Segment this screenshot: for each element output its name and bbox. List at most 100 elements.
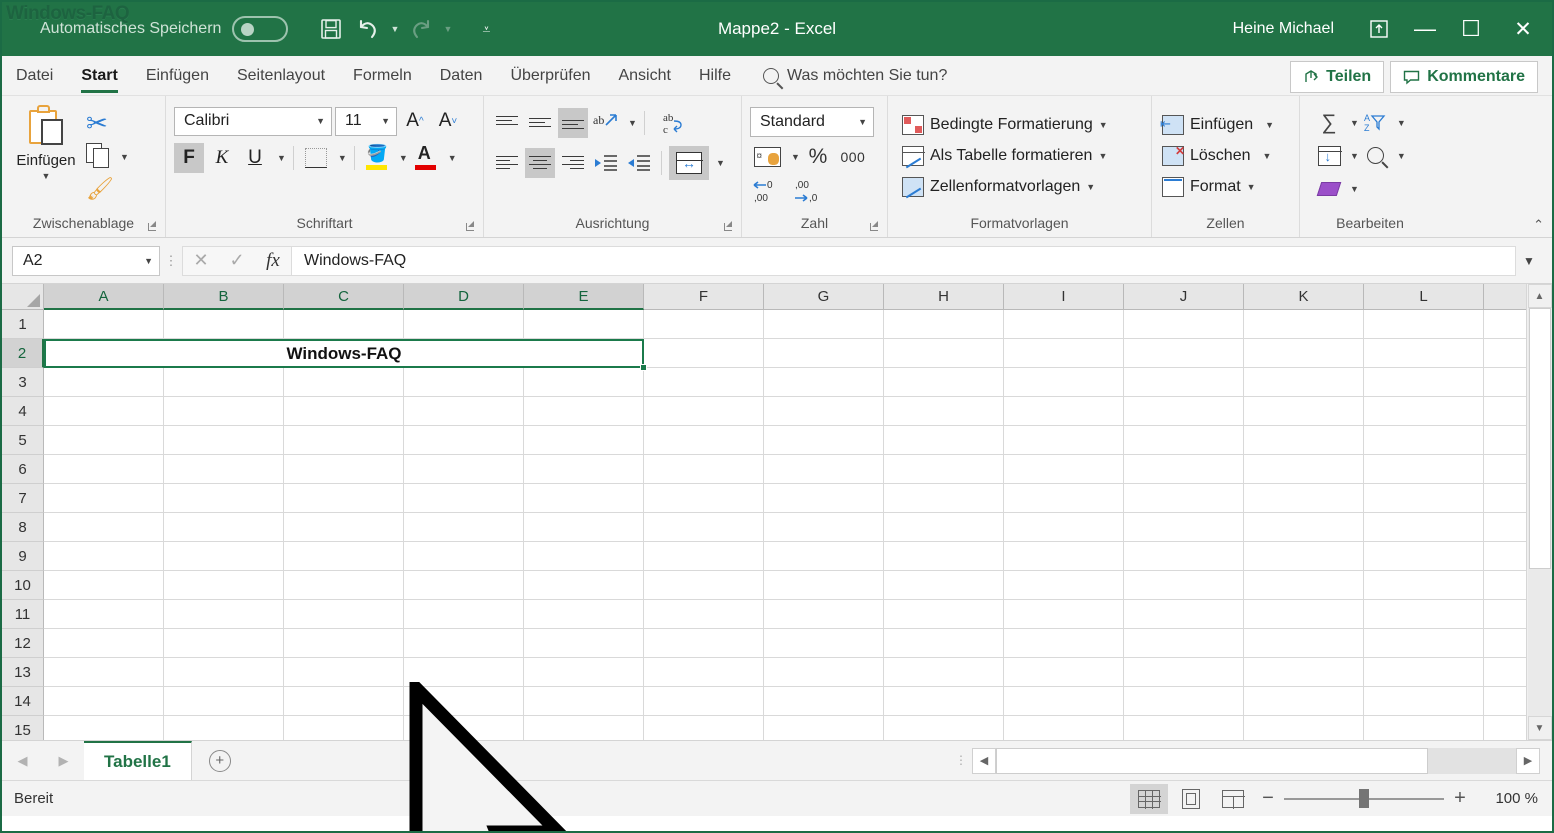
cell-J11[interactable] bbox=[1124, 600, 1244, 629]
cell-J3[interactable] bbox=[1124, 368, 1244, 397]
paste-dropdown-icon[interactable]: ▼ bbox=[42, 171, 51, 181]
cell-A4[interactable] bbox=[44, 397, 164, 426]
cell-G8[interactable] bbox=[764, 513, 884, 542]
cell-B12[interactable] bbox=[164, 629, 284, 658]
cell-F7[interactable] bbox=[644, 484, 764, 513]
cell-H11[interactable] bbox=[884, 600, 1004, 629]
cell-K6[interactable] bbox=[1244, 455, 1364, 484]
cell-D11[interactable] bbox=[404, 600, 524, 629]
cell-B8[interactable] bbox=[164, 513, 284, 542]
font-color-button[interactable]: A bbox=[411, 143, 441, 173]
redo-icon[interactable] bbox=[404, 12, 438, 46]
cell-B5[interactable] bbox=[164, 426, 284, 455]
cell-E13[interactable] bbox=[524, 658, 644, 687]
orientation-button[interactable]: ab bbox=[591, 108, 621, 138]
clear-dropdown-icon[interactable]: ▼ bbox=[1350, 184, 1359, 194]
cell-I6[interactable] bbox=[1004, 455, 1124, 484]
cell-E11[interactable] bbox=[524, 600, 644, 629]
cancel-icon[interactable]: ✕ bbox=[183, 250, 219, 271]
align-bottom-button[interactable] bbox=[558, 108, 588, 138]
sheet-tab-tabelle1[interactable]: Tabelle1 bbox=[84, 741, 192, 780]
cell-E4[interactable] bbox=[524, 397, 644, 426]
cell-J14[interactable] bbox=[1124, 687, 1244, 716]
cell-G7[interactable] bbox=[764, 484, 884, 513]
cell-E15[interactable] bbox=[524, 716, 644, 740]
cell-I1[interactable] bbox=[1004, 310, 1124, 339]
scroll-down-icon[interactable]: ▼ bbox=[1527, 716, 1552, 740]
cell-K12[interactable] bbox=[1244, 629, 1364, 658]
cell-K10[interactable] bbox=[1244, 571, 1364, 600]
align-left-button[interactable] bbox=[492, 148, 522, 178]
merge-and-center-button[interactable] bbox=[669, 146, 709, 180]
cell-styles-button[interactable]: Zellenformatvorlagen ▼ bbox=[902, 171, 1143, 202]
cell-C1[interactable] bbox=[284, 310, 404, 339]
cell-A12[interactable] bbox=[44, 629, 164, 658]
cell-I13[interactable] bbox=[1004, 658, 1124, 687]
cell-B9[interactable] bbox=[164, 542, 284, 571]
sort-filter-dropdown-icon[interactable]: ▼ bbox=[1397, 118, 1406, 128]
cell-I8[interactable] bbox=[1004, 513, 1124, 542]
cell-C5[interactable] bbox=[284, 426, 404, 455]
merge-dropdown-icon[interactable]: ▼ bbox=[716, 158, 725, 168]
cell-F4[interactable] bbox=[644, 397, 764, 426]
formula-input[interactable]: Windows-FAQ bbox=[291, 245, 1516, 276]
cell-A15[interactable] bbox=[44, 716, 164, 740]
cell-L11[interactable] bbox=[1364, 600, 1484, 629]
cell-A14[interactable] bbox=[44, 687, 164, 716]
cell-G14[interactable] bbox=[764, 687, 884, 716]
cell-K15[interactable] bbox=[1244, 716, 1364, 740]
cell-G10[interactable] bbox=[764, 571, 884, 600]
percent-format-button[interactable]: % bbox=[803, 142, 833, 172]
copy-dropdown-icon[interactable]: ▼ bbox=[120, 152, 129, 162]
cell-D8[interactable] bbox=[404, 513, 524, 542]
cell-J4[interactable] bbox=[1124, 397, 1244, 426]
cell-G1[interactable] bbox=[764, 310, 884, 339]
row-header-5[interactable]: 5 bbox=[2, 426, 44, 455]
cell-C6[interactable] bbox=[284, 455, 404, 484]
column-header-i[interactable]: I bbox=[1004, 284, 1124, 310]
column-header-a[interactable]: A bbox=[44, 284, 164, 310]
cell-C3[interactable] bbox=[284, 368, 404, 397]
orientation-dropdown-icon[interactable]: ▼ bbox=[628, 118, 637, 128]
font-dialog-launcher[interactable] bbox=[465, 221, 477, 233]
cell-C11[interactable] bbox=[284, 600, 404, 629]
number-dialog-launcher[interactable] bbox=[869, 221, 881, 233]
horizontal-scroll-track[interactable] bbox=[996, 747, 1516, 774]
cell-I3[interactable] bbox=[1004, 368, 1124, 397]
cell-E5[interactable] bbox=[524, 426, 644, 455]
cell-C4[interactable] bbox=[284, 397, 404, 426]
cell-D12[interactable] bbox=[404, 629, 524, 658]
cell-G2[interactable] bbox=[764, 339, 884, 368]
underline-dropdown-icon[interactable]: ▼ bbox=[277, 153, 286, 163]
row-header-10[interactable]: 10 bbox=[2, 571, 44, 600]
scroll-right-icon[interactable]: ▶ bbox=[1516, 747, 1540, 774]
clear-button[interactable] bbox=[1314, 174, 1344, 204]
cut-button[interactable]: ✂ bbox=[82, 107, 129, 139]
share-button[interactable]: Teilen bbox=[1290, 61, 1385, 93]
cell-E6[interactable] bbox=[524, 455, 644, 484]
cell-F6[interactable] bbox=[644, 455, 764, 484]
cell-L8[interactable] bbox=[1364, 513, 1484, 542]
cell-E12[interactable] bbox=[524, 629, 644, 658]
clipboard-dialog-launcher[interactable] bbox=[147, 221, 159, 233]
cell-A7[interactable] bbox=[44, 484, 164, 513]
cell-J13[interactable] bbox=[1124, 658, 1244, 687]
cell-D3[interactable] bbox=[404, 368, 524, 397]
accounting-dropdown-icon[interactable]: ▼ bbox=[791, 152, 800, 162]
cell-H14[interactable] bbox=[884, 687, 1004, 716]
vertical-scrollbar[interactable]: ▲ ▼ bbox=[1526, 284, 1552, 740]
format-as-table-button[interactable]: Als Tabelle formatieren ▼ bbox=[902, 140, 1143, 171]
cell-I12[interactable] bbox=[1004, 629, 1124, 658]
conditional-formatting-button[interactable]: Bedingte Formatierung ▼ bbox=[902, 109, 1143, 140]
cell-H2[interactable] bbox=[884, 339, 1004, 368]
tab-start[interactable]: Start bbox=[67, 57, 131, 95]
cell-J1[interactable] bbox=[1124, 310, 1244, 339]
cell-F8[interactable] bbox=[644, 513, 764, 542]
font-color-dropdown-icon[interactable]: ▼ bbox=[448, 153, 457, 163]
cell-G5[interactable] bbox=[764, 426, 884, 455]
row-header-7[interactable]: 7 bbox=[2, 484, 44, 513]
cell-I4[interactable] bbox=[1004, 397, 1124, 426]
find-dropdown-icon[interactable]: ▼ bbox=[1397, 151, 1406, 161]
cell-F10[interactable] bbox=[644, 571, 764, 600]
cell-J9[interactable] bbox=[1124, 542, 1244, 571]
